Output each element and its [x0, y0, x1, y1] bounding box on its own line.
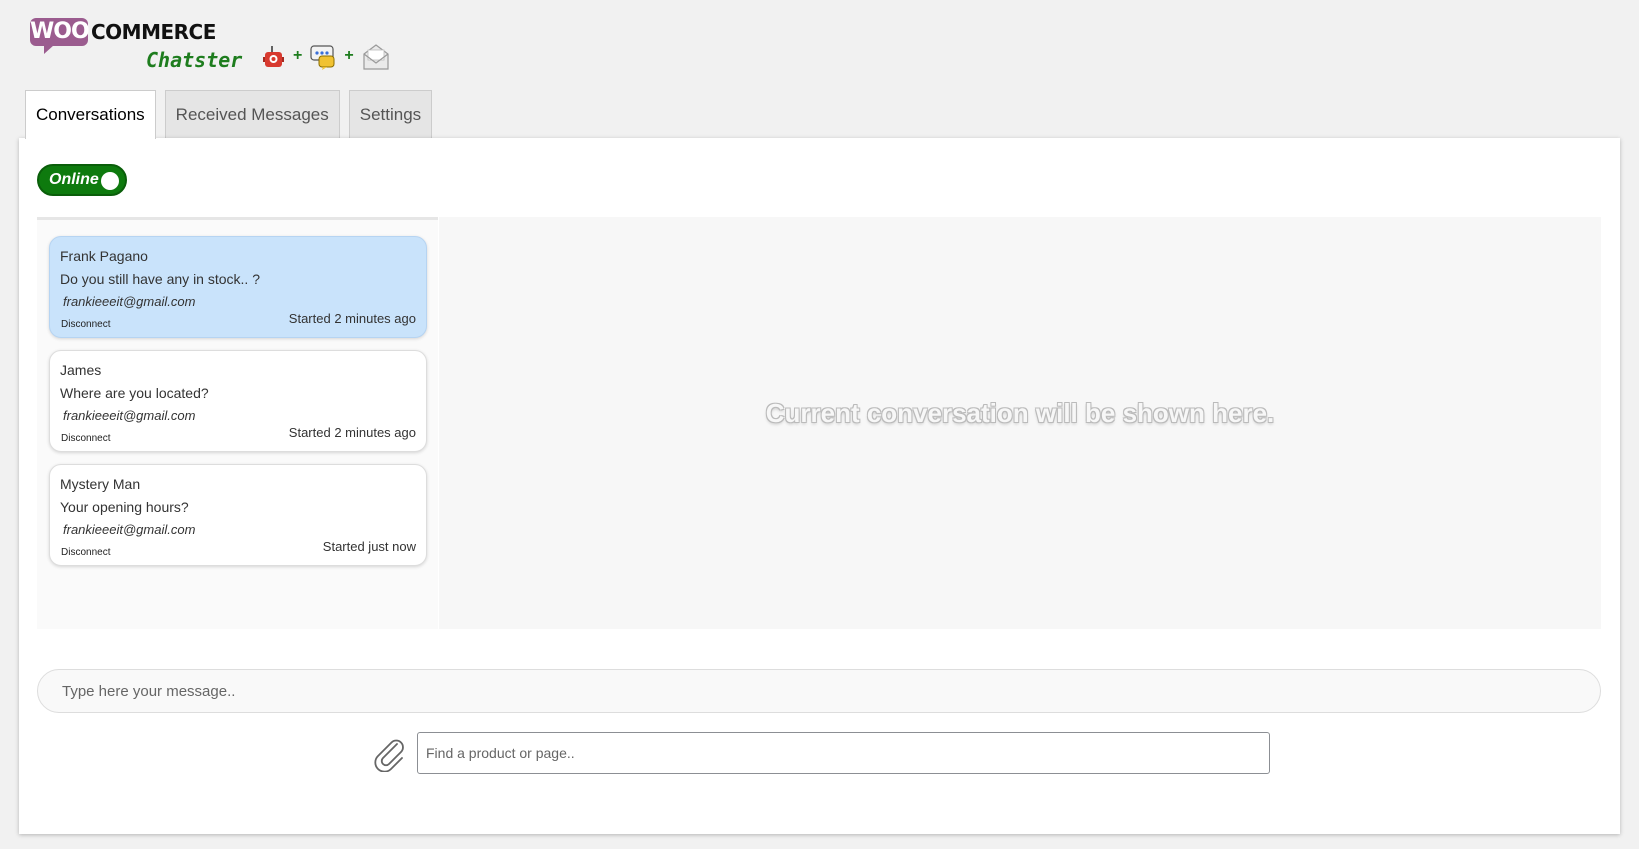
robot-icon	[263, 45, 285, 67]
chatster-logo: WOO COMMERCE Chatster + +	[30, 14, 430, 78]
online-status-label: Online	[49, 171, 99, 188]
disconnect-link[interactable]: Disconnect	[61, 547, 110, 558]
tab-bar: Conversations Received Messages Settings	[25, 90, 433, 139]
conversation-started-time: Started just now	[322, 539, 416, 554]
toggle-knob	[101, 172, 119, 190]
woocommerce-wordmark: COMMERCE	[91, 20, 216, 44]
plus-sign: +	[293, 47, 303, 64]
conversation-list[interactable]: Frank Pagano Do you still have any in st…	[37, 217, 438, 629]
conversations-panel: Online Frank Pagano Do you still have an…	[19, 138, 1620, 834]
conversation-card[interactable]: James Where are you located? frankieeeit…	[49, 350, 427, 452]
conversation-message: Do you still have any in stock.. ?	[60, 271, 260, 287]
tab-conversations[interactable]: Conversations	[25, 90, 156, 139]
conversation-message: Your opening hours?	[60, 499, 189, 515]
conversation-name: James	[60, 362, 102, 378]
conversation-started-time: Started 2 minutes ago	[288, 311, 416, 326]
envelope-icon	[362, 42, 390, 70]
chatster-wordmark: Chatster	[146, 48, 243, 72]
tab-settings[interactable]: Settings	[348, 90, 433, 138]
conversation-card[interactable]: Frank Pagano Do you still have any in st…	[49, 236, 427, 338]
paperclip-icon[interactable]	[371, 736, 407, 773]
woo-logo-badge: WOO	[30, 18, 90, 54]
message-input[interactable]	[37, 669, 1601, 713]
tab-received-messages[interactable]: Received Messages	[164, 90, 340, 138]
online-status-toggle[interactable]: Online	[37, 164, 127, 196]
conversation-message: Where are you located?	[60, 385, 209, 401]
disconnect-link[interactable]: Disconnect	[61, 433, 110, 444]
conversation-card[interactable]: Mystery Man Your opening hours? frankiee…	[49, 464, 427, 566]
conversation-email: frankieeeit@gmail.com	[63, 408, 196, 423]
plus-sign: +	[344, 47, 354, 64]
conversation-email: frankieeeit@gmail.com	[63, 522, 196, 537]
plugin-icons: + +	[263, 42, 390, 70]
conversation-email: frankieeeit@gmail.com	[63, 294, 196, 309]
conversation-placeholder-text: Current conversation will be shown here.	[765, 398, 1275, 428]
chat-bubble-icon	[310, 44, 336, 70]
current-conversation-view: Current conversation will be shown here.	[439, 217, 1601, 629]
conversation-started-time: Started 2 minutes ago	[288, 425, 416, 440]
conversation-name: Frank Pagano	[60, 248, 148, 264]
find-product-input[interactable]	[417, 732, 1270, 774]
disconnect-link[interactable]: Disconnect	[61, 319, 110, 330]
conversation-name: Mystery Man	[60, 476, 141, 492]
